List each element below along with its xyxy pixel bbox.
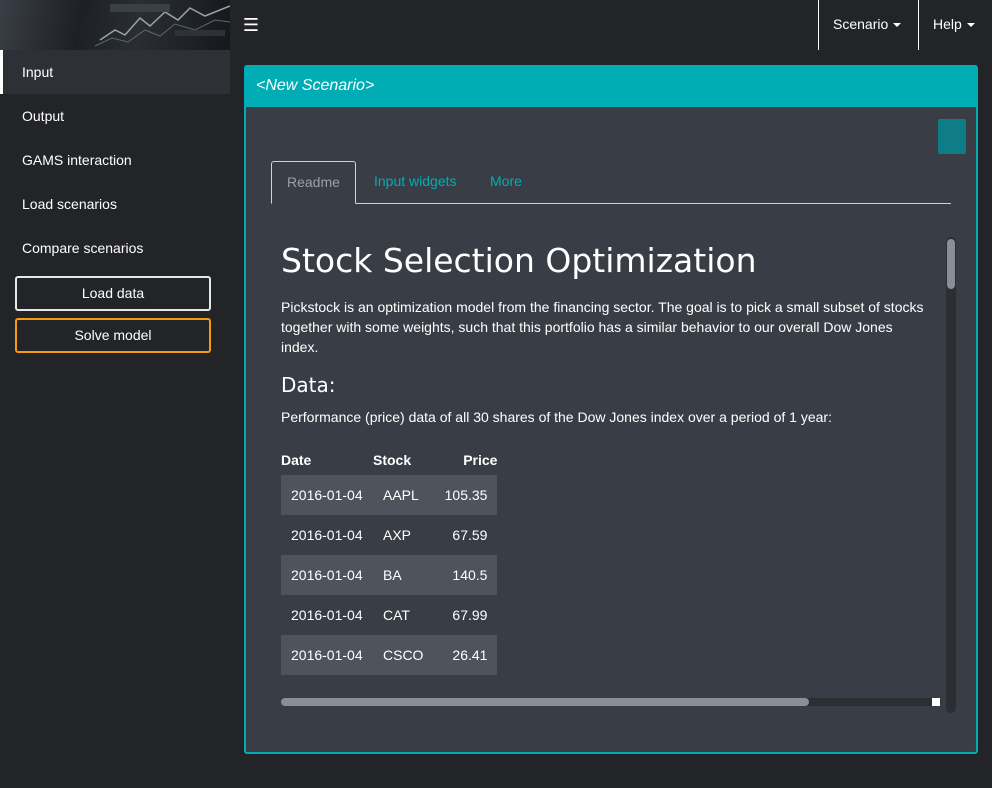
column-header-stock: Stock [373,452,412,468]
readme-title: Stock Selection Optimization [281,241,757,280]
load-data-button[interactable]: Load data [15,276,211,311]
resize-handle[interactable] [932,698,940,706]
caret-down-icon [893,23,902,28]
data-description: Performance (price) data of all 30 share… [281,409,832,425]
box-action-button[interactable] [938,119,966,154]
sidebar-item-label: Load scenarios [22,196,117,212]
cell-stock: BA [373,555,434,595]
solve-model-button[interactable]: Solve model [15,318,211,353]
table-row: 2016-01-04 AXP 67.59 [281,515,497,555]
tab-more[interactable]: More [475,161,537,203]
hamburger-icon[interactable]: ☰ [240,12,262,38]
cell-date: 2016-01-04 [291,607,363,623]
horizontal-scroll-thumb[interactable] [281,698,809,706]
cell-price: 105.35 [433,475,498,515]
tab-input-widgets[interactable]: Input widgets [359,161,472,203]
column-header-date: Date [281,452,312,468]
tab-label: Input widgets [374,173,457,189]
scenario-box-title: <New Scenario> [246,67,976,107]
cell-date: 2016-01-04 [281,555,373,595]
cell-stock: CAT [383,607,410,623]
cell-price: 67.99 [452,607,488,623]
table-row: 2016-01-04 CAT 67.99 [281,595,497,635]
sidebar-item-label: Input [22,64,54,80]
horizontal-scrollbar[interactable] [281,698,941,706]
logo-banner-image [0,0,230,50]
tab-bar: Readme Input widgets More [271,161,951,204]
table-row: 2016-01-04 CSCO 26.41 [281,635,498,675]
sidebar: Input Output GAMS interaction Load scena… [0,50,230,788]
readme-intro: Pickstock is an optimization model from … [281,299,924,355]
scenario-menu[interactable]: Scenario [818,0,918,50]
cell-stock: AAPL [373,475,434,515]
stock-price-table: Date Stock Price 2016-01-04 AAPL 105.35 … [281,445,498,675]
sidebar-item-label: Compare scenarios [22,240,144,256]
vertical-scrollbar[interactable] [946,237,956,713]
main-content: <New Scenario> Readme Input widgets More… [230,50,992,788]
vertical-scroll-thumb[interactable] [947,239,955,289]
cell-date: 2016-01-04 [291,527,363,543]
sidebar-item-compare-scenarios[interactable]: Compare scenarios [0,226,230,270]
table-row: 2016-01-04 AAPL 105.35 [281,475,498,515]
top-navbar: ☰ Scenario Help [0,0,992,50]
tab-label: Readme [287,174,340,190]
sidebar-item-label: Output [22,108,65,124]
sidebar-item-gams-interaction[interactable]: GAMS interaction [0,138,230,182]
readme-panel: Stock Selection Optimization Pickstock i… [281,221,941,691]
column-header-price: Price [463,452,498,468]
cell-price: 140.5 [433,555,498,595]
sidebar-item-label: GAMS interaction [22,152,132,168]
cell-price: 26.41 [433,635,498,675]
cell-price: 67.59 [452,527,488,543]
table-header-row: Date Stock Price [281,445,497,475]
help-menu-label: Help [933,16,962,32]
table-row: 2016-01-04 BA 140.5 [281,555,498,595]
cell-date: 2016-01-04 [281,635,373,675]
tab-readme[interactable]: Readme [271,161,356,204]
cell-date: 2016-01-04 [281,475,373,515]
scenario-menu-label: Scenario [833,16,889,32]
help-menu[interactable]: Help [918,0,992,50]
cell-stock: CSCO [373,635,434,675]
cell-stock: AXP [383,527,412,543]
scenario-box: <New Scenario> Readme Input widgets More… [244,65,978,754]
caret-down-icon [966,23,975,28]
sidebar-item-load-scenarios[interactable]: Load scenarios [0,182,230,226]
tab-label: More [490,173,522,189]
sidebar-item-output[interactable]: Output [0,94,230,138]
sidebar-item-input[interactable]: Input [0,50,230,94]
data-heading: Data: [281,373,336,397]
